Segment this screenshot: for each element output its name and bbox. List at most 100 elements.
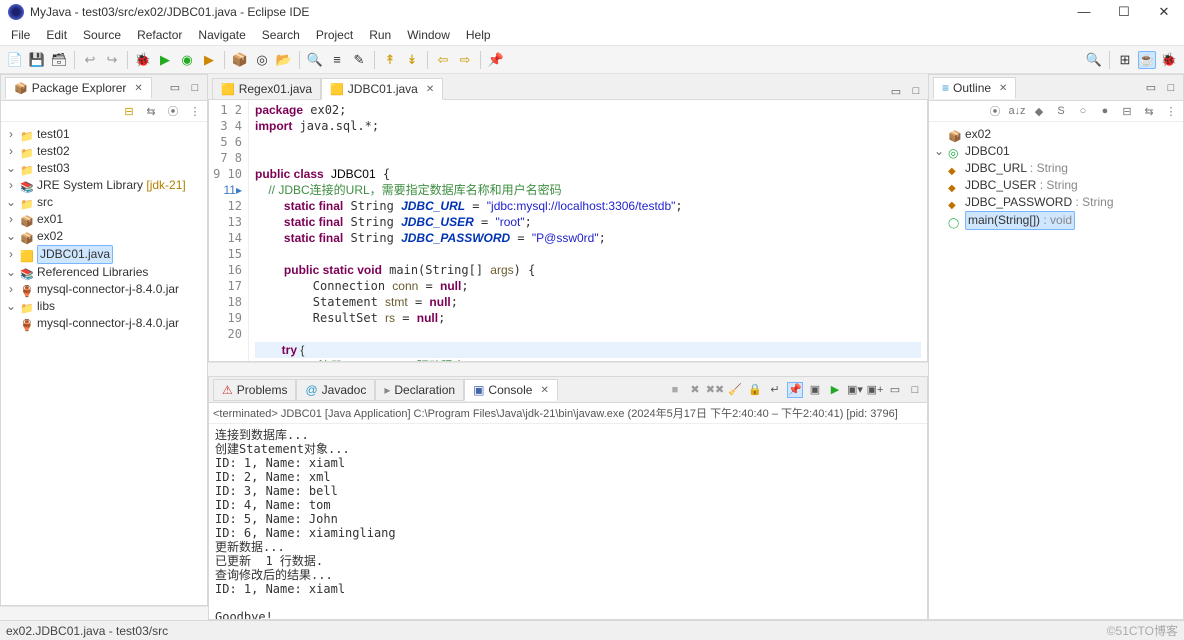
code-body[interactable]: package ex02; import java.sql.*; public …: [249, 100, 927, 361]
sort-icon[interactable]: a↓z: [1009, 103, 1025, 119]
console-output[interactable]: 连接到数据库... 创建Statement对象... ID: 1, Name: …: [209, 424, 927, 619]
focus-icon[interactable]: ⦿: [987, 103, 1003, 119]
view-menu-icon[interactable]: ⋮: [187, 103, 203, 119]
proj-test03[interactable]: test03: [37, 160, 70, 177]
outline-f1[interactable]: JDBC_URL : String: [965, 160, 1068, 177]
perspective-java-icon[interactable]: ☕: [1138, 51, 1156, 69]
outline-tab[interactable]: ≡ Outline ✕: [933, 77, 1016, 99]
maximize-editor-icon[interactable]: □: [908, 83, 924, 99]
hide-local-icon[interactable]: ●: [1097, 103, 1113, 119]
run-last-icon[interactable]: ▶: [200, 51, 218, 69]
menu-run[interactable]: Run: [362, 26, 398, 44]
tab-problems[interactable]: ⚠Problems: [213, 379, 296, 401]
tab-regex[interactable]: Regex01.java: [212, 78, 321, 100]
perspective-debug-icon[interactable]: 🐞: [1160, 51, 1178, 69]
outline-main[interactable]: main(String[]) : void: [965, 211, 1075, 230]
libs-folder[interactable]: libs: [37, 298, 55, 315]
outline-f2[interactable]: JDBC_USER : String: [965, 177, 1078, 194]
prev-annot-icon[interactable]: ↟: [381, 51, 399, 69]
search-icon[interactable]: 🔍: [306, 51, 324, 69]
remove-all-icon[interactable]: ✖✖: [707, 382, 723, 398]
hide-fields-icon[interactable]: ◆: [1031, 103, 1047, 119]
src-folder[interactable]: src: [37, 194, 53, 211]
menu-help[interactable]: Help: [459, 26, 498, 44]
menu-window[interactable]: Window: [400, 26, 457, 44]
collapse-all-icon[interactable]: ⊟: [121, 103, 137, 119]
coverage-icon[interactable]: ◉: [178, 51, 196, 69]
run-icon[interactable]: ▶: [156, 51, 174, 69]
hide-static-icon[interactable]: S: [1053, 103, 1069, 119]
display-console-icon[interactable]: ▣▾: [847, 382, 863, 398]
package-explorer-tree[interactable]: ›test01 ›test02 ⌄test03 ›JRE System Libr…: [1, 122, 207, 336]
redo-icon[interactable]: ↪: [103, 51, 121, 69]
scroll-lock-icon[interactable]: 🔒: [747, 382, 763, 398]
tab-jdbc[interactable]: JDBC01.java ✕: [321, 78, 443, 100]
minimize-editor-icon[interactable]: ▭: [888, 83, 904, 99]
outline-tree[interactable]: ex02 ⌄JDBC01 JDBC_URL : String JDBC_USER…: [929, 122, 1183, 234]
collapse-icon[interactable]: ⊟: [1119, 103, 1135, 119]
package-explorer-tab[interactable]: Package Explorer ✕: [5, 77, 152, 99]
perspective-open-icon[interactable]: ⊞: [1116, 51, 1134, 69]
tab-console[interactable]: ▣Console✕: [464, 379, 558, 401]
pkg-ex02[interactable]: ex02: [37, 228, 63, 245]
back-icon[interactable]: ⇦: [434, 51, 452, 69]
tab-close-icon[interactable]: ✕: [540, 385, 548, 396]
close-icon[interactable]: ✕: [1156, 4, 1172, 20]
ref-mysql-jar[interactable]: mysql-connector-j-8.4.0.jar: [37, 281, 179, 298]
ref-libs[interactable]: Referenced Libraries: [37, 264, 148, 281]
pin-icon[interactable]: 📌: [487, 51, 505, 69]
editor[interactable]: 1 2 3 4 5 6 7 8 9 10 11▸ 12 13 14 15 16 …: [208, 100, 928, 362]
tab-javadoc[interactable]: @Javadoc: [296, 379, 375, 401]
open-type-icon[interactable]: 📂: [275, 51, 293, 69]
mark-occur-icon[interactable]: ✎: [350, 51, 368, 69]
hide-nonpublic-icon[interactable]: ○: [1075, 103, 1091, 119]
new-icon[interactable]: 📄: [6, 51, 24, 69]
next-annot-icon[interactable]: ↡: [403, 51, 421, 69]
libs-mysql-jar[interactable]: mysql-connector-j-8.4.0.jar: [37, 315, 179, 332]
tab-close-icon[interactable]: ✕: [134, 83, 142, 94]
open-console-icon[interactable]: ▶: [827, 382, 843, 398]
forward-icon[interactable]: ⇨: [456, 51, 474, 69]
maximize-console-icon[interactable]: □: [907, 382, 923, 398]
proj-test02[interactable]: test02: [37, 143, 70, 160]
toggle-breadcrumb-icon[interactable]: ≡: [328, 51, 346, 69]
debug-icon[interactable]: 🐞: [134, 51, 152, 69]
menu-search[interactable]: Search: [255, 26, 307, 44]
tab-close-icon[interactable]: ✕: [426, 84, 434, 95]
link-icon[interactable]: ⇆: [1141, 103, 1157, 119]
menu-file[interactable]: File: [4, 26, 37, 44]
left-scrollbar[interactable]: [0, 606, 208, 620]
editor-hscroll[interactable]: [208, 362, 928, 376]
minimize-outline-icon[interactable]: ▭: [1143, 80, 1159, 96]
pkg-ex01[interactable]: ex01: [37, 211, 63, 228]
link-editor-icon[interactable]: ⇆: [143, 103, 159, 119]
focus-icon[interactable]: ⦿: [165, 103, 181, 119]
maximize-outline-icon[interactable]: □: [1163, 80, 1179, 96]
menu-navigate[interactable]: Navigate: [191, 26, 252, 44]
show-console-icon[interactable]: ▣: [807, 382, 823, 398]
pin-console-icon[interactable]: 📌: [787, 382, 803, 398]
terminate-icon[interactable]: ■: [667, 382, 683, 398]
proj-test01[interactable]: test01: [37, 126, 70, 143]
minimize-panel-icon[interactable]: ▭: [167, 80, 183, 96]
new-java-icon[interactable]: 📦: [231, 51, 249, 69]
minimize-icon[interactable]: —: [1076, 4, 1092, 20]
save-icon[interactable]: 💾: [28, 51, 46, 69]
clear-console-icon[interactable]: 🧹: [727, 382, 743, 398]
outline-class[interactable]: JDBC01: [965, 143, 1010, 160]
save-all-icon[interactable]: 🗃: [50, 51, 68, 69]
undo-icon[interactable]: ↩: [81, 51, 99, 69]
word-wrap-icon[interactable]: ↵: [767, 382, 783, 398]
file-jdbc01[interactable]: JDBC01.java: [37, 245, 113, 264]
tab-close-icon[interactable]: ✕: [999, 83, 1007, 94]
new-console-icon[interactable]: ▣+: [867, 382, 883, 398]
menu-source[interactable]: Source: [76, 26, 128, 44]
menu-project[interactable]: Project: [309, 26, 360, 44]
jre-lib[interactable]: JRE System Library [jdk-21]: [37, 177, 186, 194]
remove-launch-icon[interactable]: ✖: [687, 382, 703, 398]
tab-declaration[interactable]: ▸Declaration: [375, 379, 464, 401]
maximize-icon[interactable]: ☐: [1116, 4, 1132, 20]
outline-pkg[interactable]: ex02: [965, 126, 991, 143]
quick-access-icon[interactable]: 🔍: [1085, 51, 1103, 69]
new-class-icon[interactable]: ◎: [253, 51, 271, 69]
